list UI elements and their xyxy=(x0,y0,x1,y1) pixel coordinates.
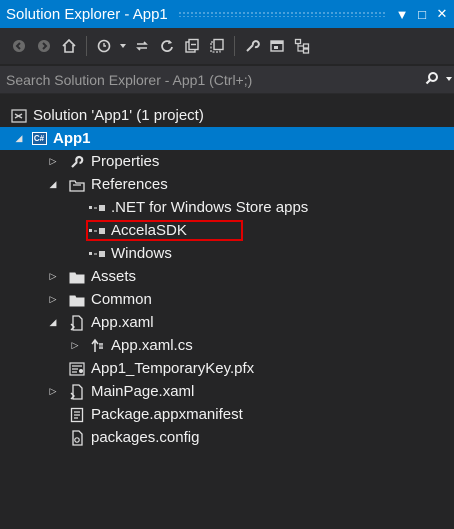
manifest-icon xyxy=(68,407,86,423)
search-options-arrow-icon[interactable] xyxy=(444,75,454,85)
tree-item-app-xaml-cs[interactable]: ▷ App.xaml.cs xyxy=(0,334,454,357)
collapse-all-icon[interactable] xyxy=(181,35,203,57)
key-file-label: App1_TemporaryKey.pfx xyxy=(91,360,255,377)
refresh-icon[interactable] xyxy=(156,35,178,57)
tree-item-manifest[interactable]: Package.appxmanifest xyxy=(0,403,454,426)
manifest-label: Package.appxmanifest xyxy=(91,406,243,423)
history-icon[interactable] xyxy=(93,35,115,57)
xaml-file-icon xyxy=(68,383,86,400)
title-bar: Solution Explorer - App1 ▼ □ ✕ xyxy=(0,0,454,28)
highlight-box xyxy=(86,220,243,241)
expand-arrow-icon[interactable]: ◢ xyxy=(46,179,60,190)
solution-label: Solution 'App1' (1 project) xyxy=(33,107,204,124)
folder-icon xyxy=(68,292,86,308)
show-all-files-icon[interactable] xyxy=(206,35,228,57)
tree-item-mainpage[interactable]: ▷ MainPage.xaml xyxy=(0,380,454,403)
certificate-icon xyxy=(68,361,86,377)
tree-item-common[interactable]: ▷ Common xyxy=(0,288,454,311)
back-icon[interactable] xyxy=(8,35,30,57)
tree-item-reference[interactable]: Windows xyxy=(0,242,454,265)
preview-icon[interactable] xyxy=(266,35,288,57)
window-title: Solution Explorer - App1 xyxy=(6,5,168,23)
assembly-reference-icon xyxy=(88,200,106,216)
expand-arrow-icon[interactable]: ◢ xyxy=(12,133,26,144)
dropdown-arrow-icon[interactable] xyxy=(118,35,128,57)
assets-label: Assets xyxy=(91,268,137,285)
solution-icon xyxy=(10,108,28,124)
reference-label: .NET for Windows Store apps xyxy=(111,199,309,216)
app-xaml-cs-label: App.xaml.cs xyxy=(111,337,193,354)
search-input[interactable] xyxy=(0,70,420,89)
toolbar xyxy=(0,28,454,64)
tree-item-key[interactable]: App1_TemporaryKey.pfx xyxy=(0,357,454,380)
collapsed-arrow-icon[interactable]: ▷ xyxy=(46,271,60,282)
folder-icon xyxy=(68,269,86,285)
tree-item-solution[interactable]: Solution 'App1' (1 project) xyxy=(0,104,454,127)
tree-item-references[interactable]: ◢ References xyxy=(0,173,454,196)
csharp-file-icon xyxy=(88,338,106,354)
expand-arrow-icon[interactable]: ◢ xyxy=(46,317,60,328)
assembly-reference-icon xyxy=(88,246,106,262)
config-file-icon xyxy=(68,429,86,446)
project-label: App1 xyxy=(53,130,91,147)
tree-item-project[interactable]: ◢ C# App1 xyxy=(0,127,454,150)
tree-item-properties[interactable]: ▷ Properties xyxy=(0,150,454,173)
collapsed-arrow-icon[interactable]: ▷ xyxy=(46,156,60,167)
search-icon[interactable] xyxy=(420,71,444,89)
tree-item-app-xaml[interactable]: ◢ App.xaml xyxy=(0,311,454,334)
mainpage-label: MainPage.xaml xyxy=(91,383,195,400)
properties-label: Properties xyxy=(91,153,160,170)
sync-icon[interactable] xyxy=(131,35,153,57)
collapsed-arrow-icon[interactable]: ▷ xyxy=(68,340,82,351)
class-diagram-icon[interactable] xyxy=(291,35,313,57)
app-xaml-label: App.xaml xyxy=(91,314,154,331)
tree-item-assets[interactable]: ▷ Assets xyxy=(0,265,454,288)
tree-item-reference[interactable]: .NET for Windows Store apps xyxy=(0,196,454,219)
references-folder-icon xyxy=(68,177,86,193)
common-label: Common xyxy=(91,291,152,308)
toolbar-separator xyxy=(234,36,235,56)
forward-icon[interactable] xyxy=(33,35,55,57)
csharp-project-icon: C# xyxy=(30,131,48,147)
properties-wrench-icon[interactable] xyxy=(241,35,263,57)
home-icon[interactable] xyxy=(58,35,80,57)
maximize-button[interactable]: □ xyxy=(414,4,430,24)
wrench-icon xyxy=(68,154,86,170)
close-button[interactable]: ✕ xyxy=(434,4,450,24)
packages-config-label: packages.config xyxy=(91,429,200,446)
collapsed-arrow-icon[interactable]: ▷ xyxy=(46,386,60,397)
project-badge: C# xyxy=(31,132,47,145)
reference-label: Windows xyxy=(111,245,172,262)
title-grip[interactable] xyxy=(177,11,386,17)
window-menu-button[interactable]: ▼ xyxy=(394,4,410,24)
solution-explorer-window: Solution Explorer - App1 ▼ □ ✕ Search So… xyxy=(0,0,454,529)
collapsed-arrow-icon[interactable]: ▷ xyxy=(46,294,60,305)
references-label: References xyxy=(91,176,168,193)
tree-item-packages-config[interactable]: packages.config xyxy=(0,426,454,449)
search-bar xyxy=(0,66,454,94)
toolbar-separator xyxy=(86,36,87,56)
solution-tree: Solution 'App1' (1 project) ◢ C# App1 ▷ … xyxy=(0,104,454,449)
xaml-file-icon xyxy=(68,314,86,331)
